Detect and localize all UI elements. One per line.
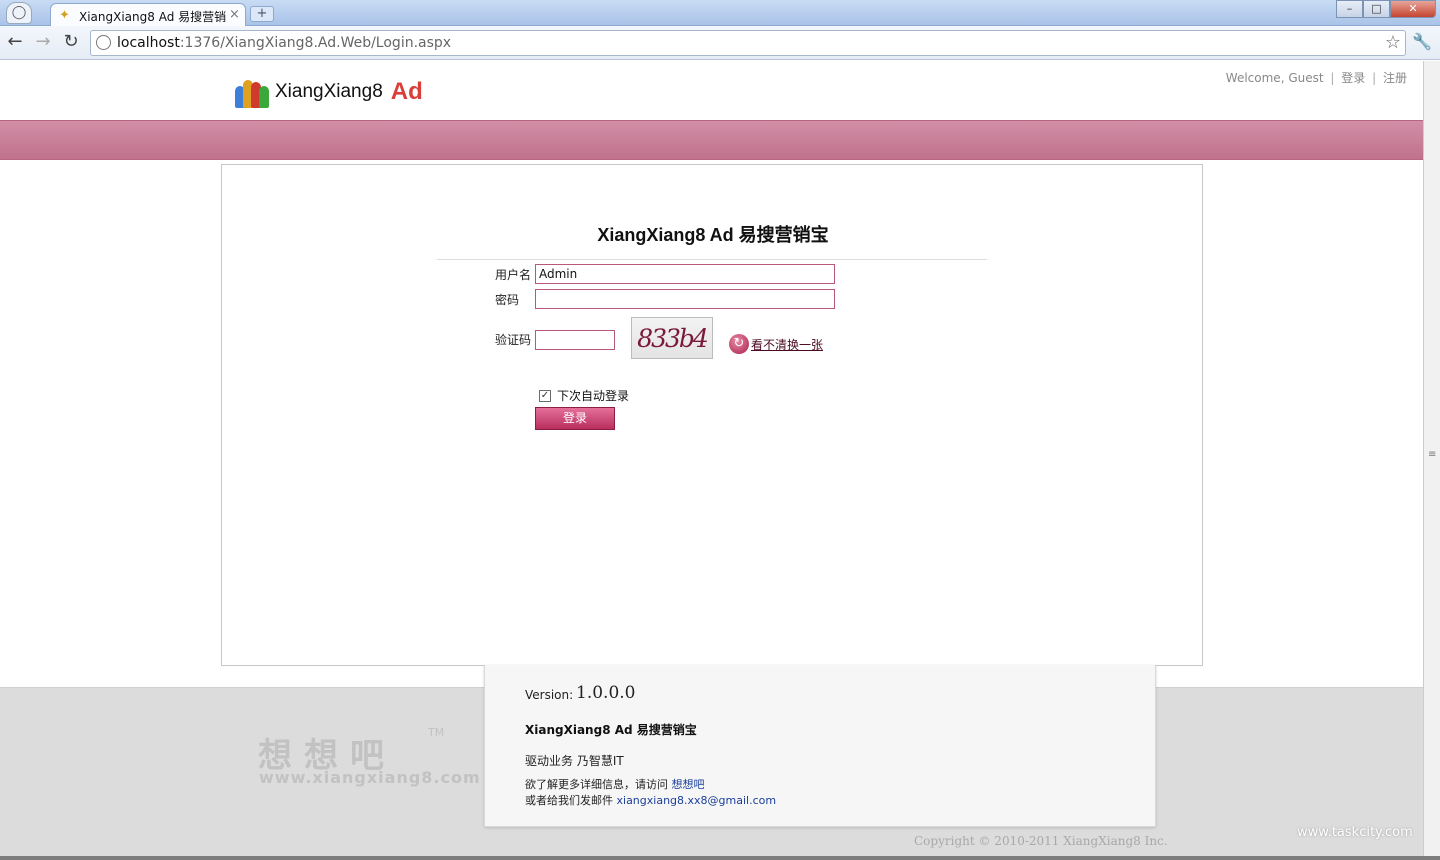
bookmark-star-icon[interactable]: ☆ — [1385, 32, 1401, 53]
captcha-image: 833b4 — [631, 317, 713, 359]
close-window-button[interactable]: ✕ — [1390, 0, 1436, 18]
new-tab-button[interactable]: + — [250, 6, 274, 22]
browser-tab-strip: ◯ ✦ XiangXiang8 Ad 易搜营销宝 × + – □ ✕ — [0, 0, 1440, 27]
trademark-mark: TM — [428, 726, 445, 739]
user-links: Welcome, Guest | 登录 | 注册 — [1225, 71, 1407, 85]
version-number: 1.0.0.0 — [576, 683, 636, 703]
info-card: Version: 1.0.0.0 XiangXiang8 Ad 易搜营销宝 驱动… — [484, 665, 1156, 827]
welcome-text: Welcome, Guest — [1225, 71, 1324, 85]
password-input[interactable] — [535, 289, 835, 309]
address-text[interactable]: localhost:1376/XiangXiang8.Ad.Web/Login.… — [117, 35, 451, 51]
remember-checkbox[interactable]: ✓ — [539, 389, 551, 402]
header-band — [0, 120, 1423, 160]
email-link[interactable]: xiangxiang8.xx8@gmail.com — [617, 794, 777, 807]
tab-close-icon[interactable]: × — [229, 7, 240, 22]
contact-link[interactable]: 想想吧 — [672, 778, 705, 791]
login-panel: XiangXiang8 Ad 易搜营销宝 用户名 密码 验证码 833b4 ↻ … — [221, 164, 1203, 666]
favicon-icon: ✦ — [59, 8, 70, 23]
tab-title: XiangXiang8 Ad 易搜营销宝 — [79, 10, 227, 24]
tagline: 驱动业务 乃智慧IT — [525, 754, 624, 768]
version-label: Version: — [525, 688, 574, 702]
refresh-captcha-link[interactable]: 看不清换一张 — [751, 336, 823, 353]
copyright: Copyright © 2010-2011 XiangXiang8 Inc. — [914, 834, 1168, 848]
browser-app-icon[interactable]: ◯ — [6, 2, 32, 24]
forward-button[interactable]: → — [32, 32, 54, 54]
product-name: XiangXiang8 Ad 易搜营销宝 — [525, 723, 697, 737]
title-divider — [437, 259, 987, 260]
register-link[interactable]: 注册 — [1383, 71, 1407, 85]
login-title: XiangXiang8 Ad 易搜营销宝 — [597, 225, 829, 245]
wrench-menu-icon[interactable]: 🔧 — [1412, 32, 1432, 51]
refresh-icon[interactable]: ↻ — [729, 334, 749, 354]
remember-me[interactable]: ✓ 下次自动登录 — [539, 387, 629, 404]
people-logo-icon — [235, 76, 271, 108]
corner-watermark: www.taskcity.com — [1297, 825, 1413, 840]
contact-line: 欲了解更多详细信息，请访问 想想吧 — [525, 778, 705, 791]
footer-watermark-url: www.xiangxiang8.com — [259, 768, 481, 787]
browser-toolbar: ← → ↻ localhost:1376/XiangXiang8.Ad.Web/… — [0, 26, 1440, 60]
browser-tab[interactable]: ✦ XiangXiang8 Ad 易搜营销宝 × — [50, 3, 246, 27]
reload-button[interactable]: ↻ — [60, 32, 82, 54]
vertical-scrollbar[interactable]: ≡ — [1423, 61, 1440, 856]
site-logo[interactable]: XiangXiang8 Ad — [235, 75, 423, 109]
address-bar[interactable]: localhost:1376/XiangXiang8.Ad.Web/Login.… — [90, 30, 1406, 56]
captcha-input[interactable] — [535, 330, 615, 350]
email-line: 或者给我们发邮件 xiangxiang8.xx8@gmail.com — [525, 794, 777, 807]
username-label: 用户名 — [495, 268, 532, 282]
back-button[interactable]: ← — [4, 32, 26, 54]
logo-ad: Ad — [390, 78, 423, 105]
window-bottom-edge — [0, 856, 1440, 860]
logo-text: XiangXiang8 — [275, 81, 383, 102]
web-page: XiangXiang8 Ad Welcome, Guest | 登录 | 注册 … — [0, 61, 1423, 860]
window-controls: – □ ✕ — [1336, 0, 1436, 18]
remember-label: 下次自动登录 — [557, 389, 630, 403]
minimize-button[interactable]: – — [1336, 0, 1363, 18]
page-info-icon[interactable] — [96, 35, 111, 50]
username-input[interactable] — [535, 264, 835, 284]
maximize-button[interactable]: □ — [1363, 0, 1390, 18]
password-label: 密码 — [495, 293, 520, 307]
captcha-label: 验证码 — [495, 333, 532, 347]
refresh-captcha[interactable]: ↻ 看不清换一张 — [729, 334, 823, 354]
login-button[interactable]: 登录 — [535, 407, 615, 430]
login-link[interactable]: 登录 — [1341, 71, 1365, 85]
